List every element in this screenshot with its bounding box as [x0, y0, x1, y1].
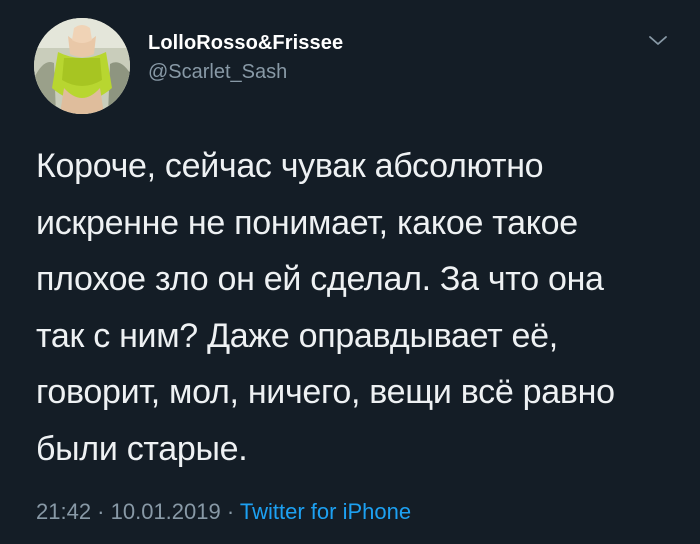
user-handle[interactable]: @Scarlet_Sash [148, 59, 343, 85]
meta-separator: · [91, 499, 111, 524]
display-name[interactable]: LolloRosso&Frissee [148, 31, 343, 55]
tweet-date[interactable]: 10.01.2019 [111, 499, 221, 524]
tweet-card: LolloRosso&Frissee @Scarlet_Sash Короче,… [0, 0, 700, 544]
tweet-text-line: так с ним? Даже оправдывает её, [36, 316, 558, 355]
avatar-image [34, 18, 130, 114]
tweet-text: Короче, сейчас чувак абсолютно искренне … [36, 138, 686, 477]
avatar[interactable] [34, 18, 130, 114]
tweet-time[interactable]: 21:42 [36, 499, 91, 524]
tweet-text-line: говорит, мол, ничего, вещи всё равно [36, 373, 615, 411]
tweet-source-link[interactable]: Twitter for iPhone [240, 499, 411, 524]
chevron-down-icon[interactable] [646, 28, 670, 52]
tweet-header: LolloRosso&Frissee @Scarlet_Sash [148, 31, 343, 85]
tweet-text-line: Короче, сейчас чувак абсолютно [36, 147, 544, 185]
tweet-meta: 21:42 · 10.01.2019 · Twitter for iPhone [36, 499, 411, 525]
tweet-text-line: были старые. [36, 429, 248, 468]
meta-separator: · [220, 499, 240, 524]
tweet-text-line: искренне не понимает, какое такое [36, 203, 578, 242]
tweet-text-line: плохое зло он ей сделал. За что она [36, 260, 604, 298]
